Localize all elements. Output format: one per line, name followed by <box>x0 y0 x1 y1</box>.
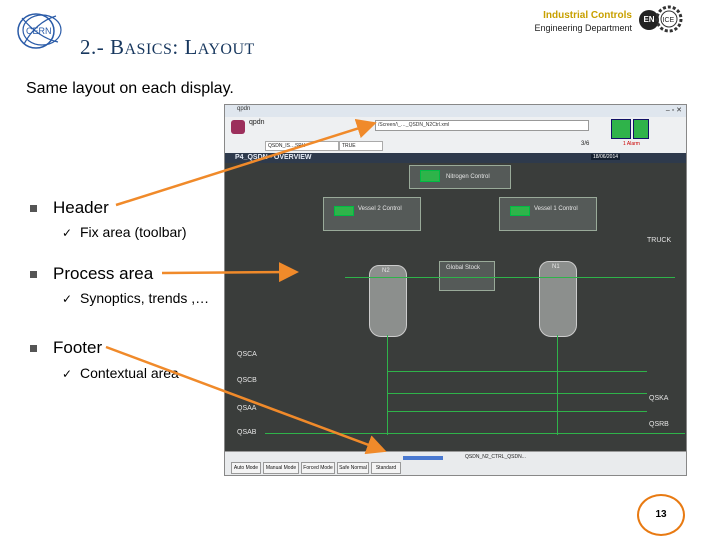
pipe-line <box>387 393 647 394</box>
bullet-process-area: Process area <box>30 264 153 284</box>
department-header: Industrial Controls Engineering Departme… <box>534 10 632 33</box>
status-indicator[interactable] <box>611 119 631 139</box>
qscb-label: QSCB <box>237 377 257 384</box>
scada-screenshot: qpdn – ▫ ✕ qpdn /Screen/\_…_QSDN_N2Ctrl.… <box>224 104 687 476</box>
department-label: Engineering Department <box>534 23 632 33</box>
vessel-n1-label: N1 <box>552 264 560 270</box>
pipe-line <box>265 433 685 434</box>
window-controls[interactable]: – ▫ ✕ <box>666 106 682 114</box>
checkmark-icon: ✓ <box>62 226 73 240</box>
bullet-square-icon <box>30 345 37 353</box>
bullet-square-icon <box>30 205 37 213</box>
subbullet-header: ✓ Fix area (toolbar) <box>62 224 187 240</box>
checkmark-icon: ✓ <box>62 292 73 306</box>
ice-gear-icon: ICE <box>655 5 683 33</box>
pipe-line <box>345 277 675 278</box>
progress-bar <box>403 456 443 460</box>
footer-tab-auto[interactable]: Auto Mode <box>231 462 261 474</box>
qsrb-label: QSRB <box>649 421 669 428</box>
status-indicator-2[interactable] <box>633 119 649 139</box>
footer-tab-manual[interactable]: Manual Mode <box>263 462 299 474</box>
app-name: qpdn <box>249 119 265 126</box>
bullet-footer: Footer <box>30 338 102 358</box>
vessel2-status <box>334 206 354 216</box>
bullet-square-icon <box>30 271 37 279</box>
subbullet-process-area: ✓ Synoptics, trends ,… <box>62 290 210 306</box>
nitrogen-control-label: Nitrogen Control <box>446 174 490 180</box>
svg-text:ICE: ICE <box>663 17 675 24</box>
qsaa-label: QSAA <box>237 405 257 412</box>
vessel1-control-panel[interactable]: Vessel 1 Control <box>499 197 597 231</box>
app-logo-icon <box>231 120 245 134</box>
footer-tab-safe[interactable]: Safe Normal <box>337 462 369 474</box>
slide-subtitle: Same layout on each display. <box>26 80 234 97</box>
checkmark-icon: ✓ <box>62 367 73 381</box>
page-number: 13 <box>637 494 685 536</box>
scada-toolbar: qpdn /Screen/\_…_QSDN_N2Ctrl.xml QSDN_IS… <box>225 117 686 154</box>
footer-tab-standard[interactable]: Standard <box>371 462 401 474</box>
qsca-label: QSCA <box>237 351 257 358</box>
synoptic-title: P4_QSDN - OVERVIEW <box>235 154 312 161</box>
vessel-n2[interactable]: N2 <box>369 265 407 337</box>
footer-context-text: QSDN_N2_CTRL_QSDN... <box>465 454 526 460</box>
pipe-line <box>387 411 647 412</box>
vessel-n2-label: N2 <box>382 268 390 274</box>
panel-path-input[interactable]: /Screen/\_…_QSDN_N2Ctrl.xml <box>375 120 589 131</box>
svg-text:CERN: CERN <box>26 26 52 36</box>
pipe-line <box>387 371 647 372</box>
vessel1-status <box>510 206 530 216</box>
vessel-n1[interactable]: N1 <box>539 261 577 337</box>
nitrogen-status <box>420 170 440 182</box>
device-field[interactable]: QSDN_IS…SPH <box>265 141 339 151</box>
global-stock-label: Global Stock <box>446 265 481 271</box>
window-title: qpdn <box>237 106 251 112</box>
global-stock-panel[interactable]: Global Stock <box>439 261 495 291</box>
alarm-label[interactable]: 1 Alarm <box>623 141 640 147</box>
scada-footer: QSDN_N2_CTRL_QSDN... Auto Mode Manual Mo… <box>225 451 686 475</box>
cern-logo: CERN <box>17 13 62 49</box>
qsab-label: QSAB <box>237 429 257 436</box>
footer-tab-forced[interactable]: Forced Mode <box>301 462 335 474</box>
industrial-controls-label: Industrial Controls <box>543 10 632 21</box>
subbullet-footer: ✓ Contextual area <box>62 365 179 381</box>
bullet-header: Header <box>30 198 109 218</box>
synoptic-nav-bar: P4_QSDN - OVERVIEW 18/06/2014 <box>225 153 686 163</box>
value-field[interactable]: TRUE <box>339 141 383 151</box>
slide-title: 2.- BASICS: LAYOUT <box>80 35 255 59</box>
page-counter: 3/6 <box>581 141 590 147</box>
vessel2-control-label: Vessel 2 Control <box>358 206 402 212</box>
pipe-line <box>557 335 558 435</box>
vessel1-control-label: Vessel 1 Control <box>534 206 578 212</box>
truck-label: TRUCK <box>647 237 672 244</box>
vessel2-control-panel[interactable]: Vessel 2 Control <box>323 197 421 231</box>
qska-label: QSKA <box>649 395 669 402</box>
date-display: 18/06/2014 <box>591 154 621 160</box>
nitrogen-control-panel[interactable]: Nitrogen Control <box>409 165 511 189</box>
pipe-line <box>387 335 388 435</box>
